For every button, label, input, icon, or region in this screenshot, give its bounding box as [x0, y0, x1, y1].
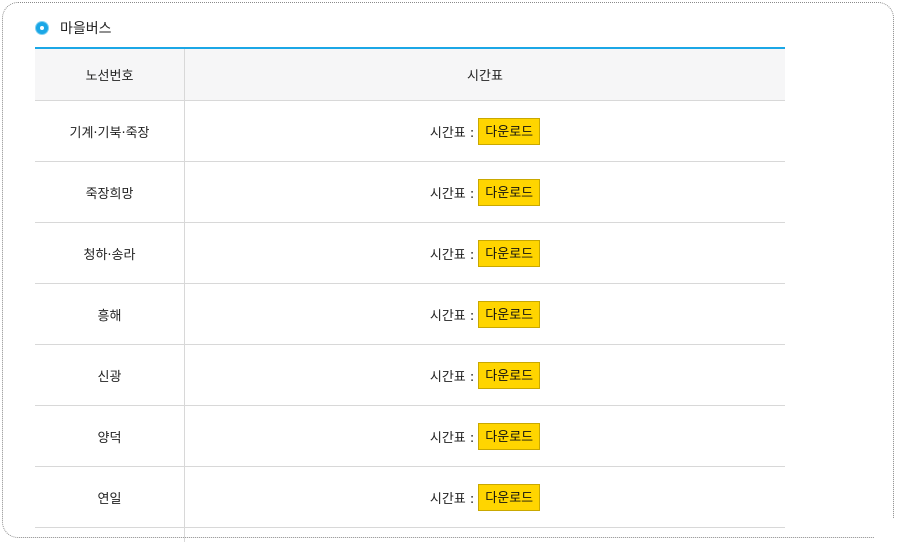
table-row: 신광 시간표 : 다운로드	[35, 345, 785, 406]
schedule-cell: 시간표 : 다운로드	[185, 223, 785, 283]
schedule-label: 시간표 :	[429, 308, 475, 324]
table-header-row: 노선번호 시간표	[35, 49, 785, 101]
section-title: 마을버스	[36, 18, 112, 38]
schedule-label: 시간표 :	[429, 369, 475, 385]
schedule-cell: 시간표 : 다운로드	[185, 101, 785, 161]
route-name: 청하·송라	[35, 223, 185, 283]
schedule-table: 노선번호 시간표 기계·기북·죽장 시간표 : 다운로드 죽장희망 시간표 : …	[35, 47, 785, 542]
download-button[interactable]: 다운로드	[478, 300, 541, 328]
schedule-cell: 시간표 : 다운로드	[185, 162, 785, 222]
frame-corner	[874, 518, 898, 542]
schedule-label: 시간표 :	[429, 247, 475, 263]
table-row: 청하·송라 시간표 : 다운로드	[35, 223, 785, 284]
table-row: 양덕 시간표 : 다운로드	[35, 406, 785, 467]
header-schedule: 시간표	[467, 69, 503, 84]
route-name: 죽장희망	[35, 162, 185, 222]
table-row-partial	[35, 528, 785, 542]
schedule-label: 시간표 :	[429, 186, 475, 202]
schedule-cell: 시간표 : 다운로드	[185, 467, 785, 527]
header-route: 노선번호	[35, 49, 185, 100]
table-row: 흥해 시간표 : 다운로드	[35, 284, 785, 345]
download-button[interactable]: 다운로드	[478, 117, 541, 145]
download-button[interactable]: 다운로드	[478, 483, 541, 511]
download-button[interactable]: 다운로드	[478, 361, 541, 389]
route-name-empty	[35, 528, 185, 542]
schedule-label: 시간표 :	[429, 491, 475, 507]
download-button[interactable]: 다운로드	[478, 422, 541, 450]
route-name: 기계·기북·죽장	[35, 101, 185, 161]
schedule-cell: 시간표 : 다운로드	[185, 345, 785, 405]
table-row: 기계·기북·죽장 시간표 : 다운로드	[35, 101, 785, 162]
schedule-label: 시간표 :	[429, 125, 475, 141]
bullet-circle-icon	[36, 22, 48, 34]
schedule-cell: 시간표 : 다운로드	[185, 406, 785, 466]
schedule-cell: 시간표 : 다운로드	[185, 284, 785, 344]
table-row: 죽장희망 시간표 : 다운로드	[35, 162, 785, 223]
schedule-cell-empty	[185, 528, 785, 542]
route-name: 흥해	[35, 284, 185, 344]
route-name: 양덕	[35, 406, 185, 466]
table-row: 연일 시간표 : 다운로드	[35, 467, 785, 528]
schedule-label: 시간표 :	[429, 430, 475, 446]
download-button[interactable]: 다운로드	[478, 178, 541, 206]
route-name: 신광	[35, 345, 185, 405]
download-button[interactable]: 다운로드	[478, 239, 541, 267]
section-title-text: 마을버스	[60, 21, 112, 37]
route-name: 연일	[35, 467, 185, 527]
